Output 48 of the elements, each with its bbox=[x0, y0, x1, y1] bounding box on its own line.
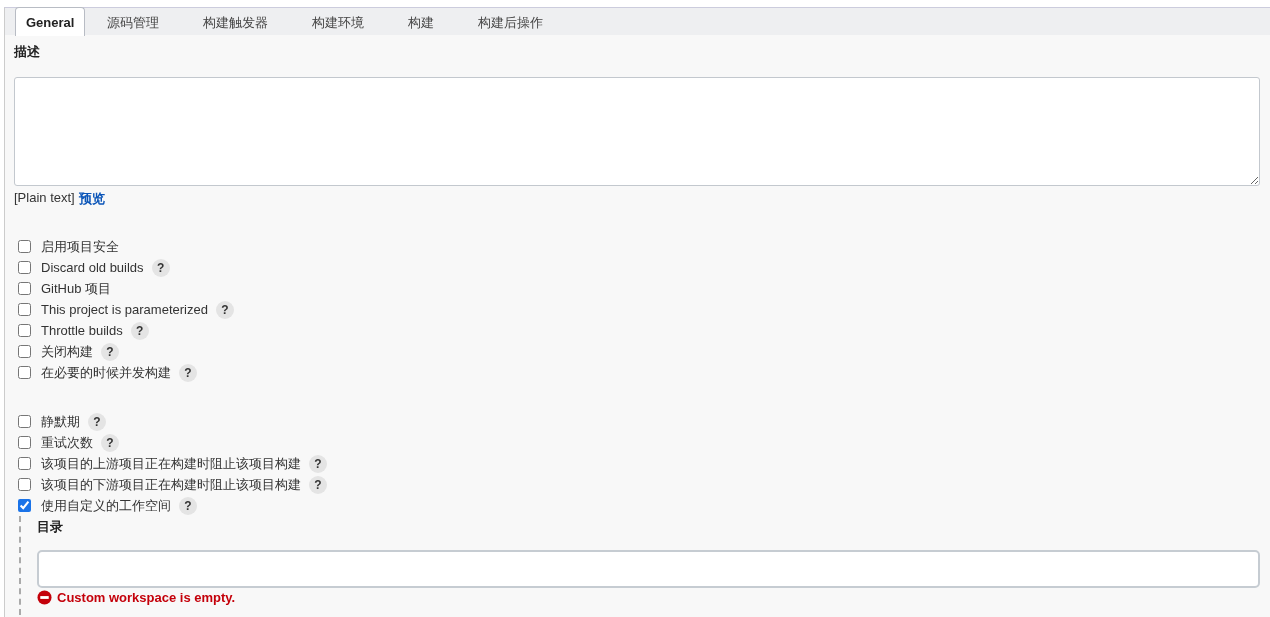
checkbox[interactable] bbox=[18, 415, 31, 428]
checkbox[interactable] bbox=[18, 240, 31, 253]
help-icon[interactable]: ? bbox=[130, 321, 149, 340]
field-label: 描述 bbox=[14, 43, 41, 61]
help-icon[interactable]: ? bbox=[179, 363, 197, 382]
checkbox[interactable] bbox=[18, 457, 31, 470]
option-label: 在必要的时候并发构建 bbox=[41, 363, 171, 382]
option-label: 该项目的下游项目正在构建时阻止该项目构建 bbox=[41, 475, 301, 494]
option-label: 重试次数 bbox=[41, 433, 93, 452]
checkbox[interactable] bbox=[18, 345, 31, 358]
tab[interactable]: General bbox=[15, 7, 86, 36]
option-label: 该项目的上游项目正在构建时阻止该项目构建 bbox=[41, 454, 301, 473]
tab[interactable]: 构建后操作 bbox=[456, 8, 566, 36]
help-icon[interactable]: ? bbox=[215, 300, 234, 319]
checkbox[interactable] bbox=[18, 366, 31, 379]
checkbox[interactable] bbox=[18, 436, 31, 449]
option-label: GitHub 项目 bbox=[41, 279, 112, 298]
option-label: Throttle builds bbox=[41, 323, 123, 338]
error-icon bbox=[37, 590, 52, 605]
help-icon[interactable]: ? bbox=[151, 258, 170, 277]
checkbox[interactable] bbox=[18, 261, 31, 274]
tab[interactable]: 构建环境 bbox=[290, 8, 387, 36]
tab[interactable]: 构建 bbox=[386, 8, 457, 36]
option-label: 关闭构建 bbox=[41, 342, 93, 361]
tab[interactable]: 源码管理 bbox=[85, 8, 182, 36]
help-icon[interactable]: ? bbox=[309, 475, 327, 494]
option-label: 启用项目安全 bbox=[41, 237, 119, 256]
option-label: 静默期 bbox=[41, 412, 80, 431]
help-icon[interactable]: ? bbox=[88, 412, 106, 431]
preview-link[interactable]: 预览 bbox=[78, 190, 105, 208]
checkbox[interactable] bbox=[18, 324, 31, 337]
help-icon[interactable]: ? bbox=[309, 454, 327, 473]
tab[interactable]: 构建触发器 bbox=[181, 8, 291, 36]
option-label: Discard old builds bbox=[41, 260, 144, 275]
help-icon[interactable]: ? bbox=[179, 496, 197, 515]
help-icon[interactable]: ? bbox=[101, 433, 119, 452]
checkbox[interactable] bbox=[18, 478, 31, 491]
directory-field[interactable] bbox=[37, 550, 1260, 588]
option-label: 使用自定义的工作空间 bbox=[41, 496, 171, 515]
field-label: 目录 bbox=[37, 518, 64, 536]
checkbox[interactable] bbox=[18, 303, 31, 316]
help-icon[interactable]: ? bbox=[101, 342, 119, 361]
format-note: [Plain text] bbox=[14, 190, 75, 207]
checkbox[interactable] bbox=[18, 282, 31, 295]
option-label: This project is parameterized bbox=[41, 302, 208, 317]
description-field[interactable] bbox=[14, 77, 1260, 186]
error-message: Custom workspace is empty. bbox=[57, 590, 236, 605]
checkbox[interactable] bbox=[18, 499, 31, 512]
